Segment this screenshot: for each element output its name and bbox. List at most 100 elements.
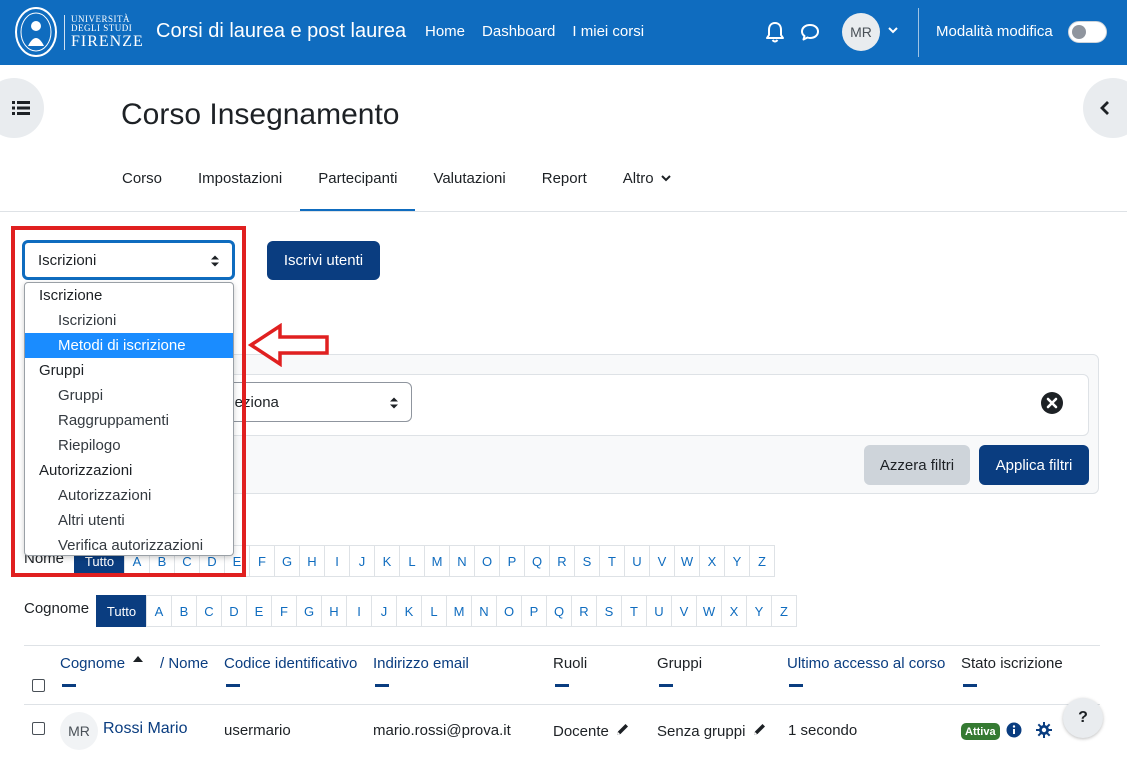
edit-mode-toggle[interactable] — [1068, 21, 1107, 43]
university-line-2: DEGLI STUDI — [71, 22, 133, 33]
initial-v[interactable]: V — [649, 545, 675, 577]
initial-q[interactable]: Q — [524, 545, 550, 577]
initial-t[interactable]: T — [621, 595, 647, 627]
initial-s[interactable]: S — [596, 595, 622, 627]
site-title[interactable]: Corsi di laurea e post laurea — [156, 20, 406, 43]
initial-w[interactable]: W — [674, 545, 700, 577]
help-button[interactable]: ? — [1063, 698, 1103, 738]
tab-grades[interactable]: Valutazioni — [415, 160, 523, 212]
info-icon[interactable] — [1006, 722, 1022, 738]
collapse-column-icon[interactable] — [659, 684, 673, 687]
reset-filters-button[interactable]: Azzera filtri — [864, 445, 970, 485]
initial-all[interactable]: Tutto — [96, 595, 147, 627]
initial-t[interactable]: T — [599, 545, 625, 577]
initial-g[interactable]: G — [274, 545, 300, 577]
collapse-column-icon[interactable] — [555, 684, 569, 687]
initial-g[interactable]: G — [296, 595, 322, 627]
notifications-bell-icon[interactable] — [765, 21, 785, 43]
initial-r[interactable]: R — [571, 595, 597, 627]
select-all-checkbox[interactable] — [32, 679, 45, 692]
initial-x[interactable]: X — [721, 595, 747, 627]
initial-e[interactable]: E — [246, 595, 272, 627]
initial-h[interactable]: H — [299, 545, 325, 577]
tab-settings[interactable]: Impostazioni — [180, 160, 300, 212]
initial-s[interactable]: S — [574, 545, 600, 577]
initial-l[interactable]: L — [399, 545, 425, 577]
tab-reports[interactable]: Report — [524, 160, 605, 212]
tab-more[interactable]: Altro — [605, 160, 689, 212]
chevron-down-icon[interactable] — [887, 24, 899, 36]
nav-link-home[interactable]: Home — [425, 23, 465, 40]
pencil-icon[interactable] — [615, 722, 630, 737]
initial-r[interactable]: R — [549, 545, 575, 577]
tab-label: Corso — [122, 170, 163, 187]
collapse-column-icon[interactable] — [963, 684, 977, 687]
pencil-icon[interactable] — [752, 722, 767, 737]
initial-j[interactable]: J — [371, 595, 397, 627]
initial-y[interactable]: Y — [724, 545, 750, 577]
initial-m[interactable]: M — [446, 595, 472, 627]
th-label: Cognome — [60, 655, 126, 672]
apply-filters-button[interactable]: Applica filtri — [979, 445, 1089, 485]
initial-c[interactable]: C — [196, 595, 222, 627]
select-arrows-icon — [390, 397, 398, 409]
remove-filter-icon[interactable] — [1040, 391, 1064, 415]
initial-u[interactable]: U — [624, 545, 650, 577]
collapse-column-icon[interactable] — [375, 684, 389, 687]
initial-a[interactable]: A — [146, 595, 172, 627]
row-select-checkbox[interactable] — [32, 722, 45, 735]
filter-type-select[interactable]: eleziona — [222, 382, 412, 422]
block-drawer-button[interactable] — [1083, 78, 1127, 138]
initial-o[interactable]: O — [496, 595, 522, 627]
initial-h[interactable]: H — [321, 595, 347, 627]
role-label: Docente — [553, 723, 609, 740]
initial-u[interactable]: U — [646, 595, 672, 627]
th-id-code[interactable]: Codice identificativo — [224, 655, 357, 672]
initial-f[interactable]: F — [271, 595, 297, 627]
tab-participants[interactable]: Partecipanti — [300, 160, 416, 212]
initial-w[interactable]: W — [696, 595, 722, 627]
messages-chat-icon[interactable] — [800, 22, 820, 42]
th-last-access[interactable]: Ultimo accesso al corso — [787, 655, 945, 672]
initial-v[interactable]: V — [671, 595, 697, 627]
gear-icon[interactable] — [1036, 722, 1052, 738]
initial-j[interactable]: J — [349, 545, 375, 577]
th-email[interactable]: Indirizzo email — [373, 655, 469, 672]
initial-l[interactable]: L — [421, 595, 447, 627]
enrol-users-button[interactable]: Iscrivi utenti — [267, 241, 380, 280]
collapse-column-icon[interactable] — [789, 684, 803, 687]
participant-name-link[interactable]: Rossi Mario — [103, 720, 187, 738]
initial-p[interactable]: P — [499, 545, 525, 577]
collapse-column-icon[interactable] — [62, 684, 76, 687]
initial-z[interactable]: Z — [749, 545, 775, 577]
course-index-drawer-button[interactable] — [0, 78, 44, 138]
initial-i[interactable]: I — [346, 595, 372, 627]
initial-f[interactable]: F — [249, 545, 275, 577]
university-logo[interactable]: UNIVERSITÀ DEGLI STUDI FIRENZE — [14, 6, 144, 58]
initial-i[interactable]: I — [324, 545, 350, 577]
initial-q[interactable]: Q — [546, 595, 572, 627]
initial-b[interactable]: B — [171, 595, 197, 627]
nav-link-my-courses[interactable]: I miei corsi — [572, 23, 644, 40]
toggle-knob — [1072, 25, 1086, 39]
user-avatar[interactable]: MR — [60, 712, 98, 750]
nav-link-dashboard[interactable]: Dashboard — [482, 23, 555, 40]
initial-m[interactable]: M — [424, 545, 450, 577]
navbar-divider — [918, 8, 919, 57]
th-surname[interactable]: Cognome — [60, 655, 144, 672]
th-firstname[interactable]: / Nome — [160, 655, 208, 672]
initial-k[interactable]: K — [374, 545, 400, 577]
initial-y[interactable]: Y — [746, 595, 772, 627]
tab-course[interactable]: Corso — [104, 160, 180, 212]
initial-n[interactable]: N — [471, 595, 497, 627]
collapse-column-icon[interactable] — [226, 684, 240, 687]
initial-p[interactable]: P — [521, 595, 547, 627]
user-avatar[interactable]: MR — [842, 13, 880, 51]
initial-k[interactable]: K — [396, 595, 422, 627]
arrow-left-icon — [248, 323, 329, 367]
initial-o[interactable]: O — [474, 545, 500, 577]
initial-n[interactable]: N — [449, 545, 475, 577]
initial-x[interactable]: X — [699, 545, 725, 577]
initial-d[interactable]: D — [221, 595, 247, 627]
initial-z[interactable]: Z — [771, 595, 797, 627]
